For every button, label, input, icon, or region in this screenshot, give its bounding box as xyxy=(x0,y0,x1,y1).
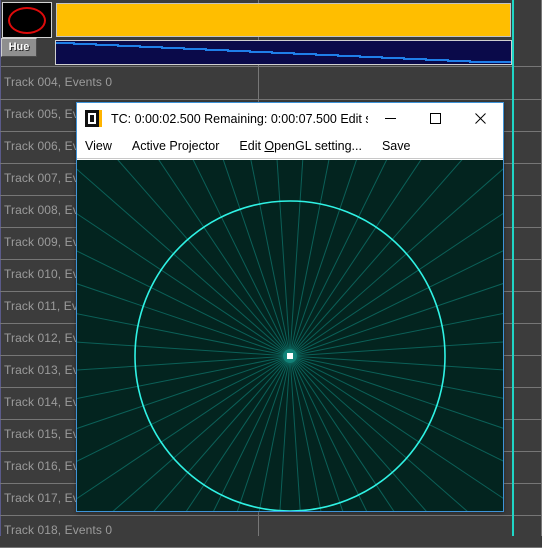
menu-item-save[interactable]: Save xyxy=(382,139,411,153)
color-track-header[interactable] xyxy=(0,0,542,40)
center-dot xyxy=(287,353,293,359)
window-titlebar[interactable]: TC: 0:00:02.500 Remaining: 0:00:07.500 E… xyxy=(77,103,503,134)
timeline-clip-amber[interactable] xyxy=(56,3,511,37)
opengl-preview-window[interactable]: TC: 0:00:02.500 Remaining: 0:00:07.500 E… xyxy=(76,102,504,512)
maximize-icon[interactable] xyxy=(413,103,458,134)
app-logo-icon xyxy=(85,110,102,127)
radial-rays xyxy=(77,160,503,511)
hue-button[interactable]: Hue xyxy=(1,38,37,57)
opengl-render-canvas[interactable] xyxy=(77,160,503,511)
envelope-curve xyxy=(56,42,511,63)
app-logo-stripe xyxy=(99,110,102,127)
menu-item-view[interactable]: View xyxy=(85,139,112,153)
window-title: TC: 0:00:02.500 Remaining: 0:00:07.500 E… xyxy=(111,111,368,126)
close-icon[interactable] xyxy=(458,103,503,134)
laser-projection-graphic xyxy=(77,160,503,511)
hue-envelope-lane[interactable] xyxy=(55,40,512,65)
menu-item-edit-opengl-setting[interactable]: Edit OpenGL setting... xyxy=(239,139,362,153)
menu-item-active-projector[interactable]: Active Projector xyxy=(132,139,220,153)
track-row[interactable]: Track 018, Events 0 xyxy=(0,516,542,548)
app-logo-glyph xyxy=(88,113,96,124)
window-menubar[interactable]: View Active Projector Edit OpenGL settin… xyxy=(77,134,503,159)
track-row[interactable]: Track 004, Events 0 xyxy=(0,68,542,100)
color-swatch[interactable] xyxy=(2,2,52,38)
track-label: Track 004, Events 0 xyxy=(4,75,113,89)
track-label: Track 018, Events 0 xyxy=(4,523,113,537)
playhead-marker[interactable] xyxy=(512,0,514,536)
circle-outline-icon xyxy=(8,7,46,34)
minimize-icon[interactable] xyxy=(368,103,413,134)
menu-accelerator-char: O xyxy=(264,139,275,153)
